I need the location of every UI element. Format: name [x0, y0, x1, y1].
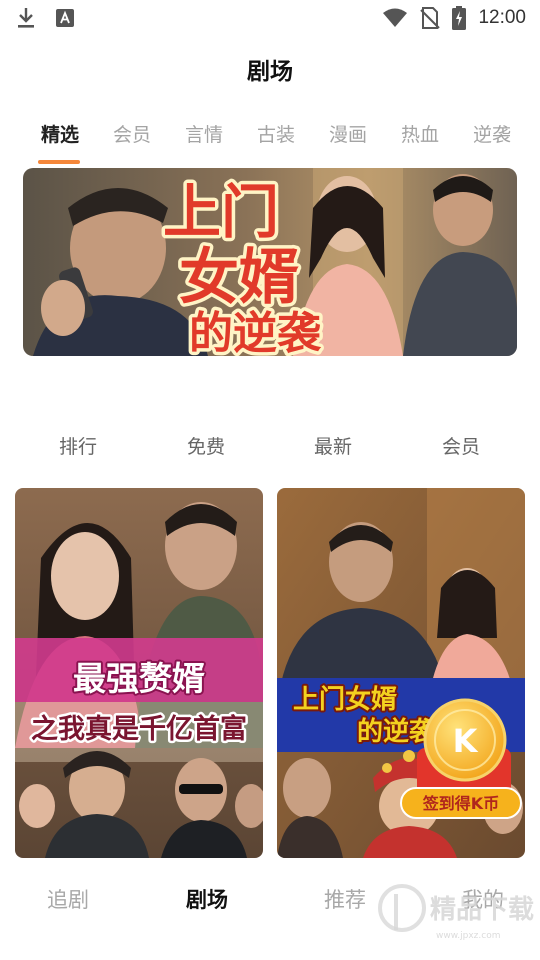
watermark-text: 精品下载	[430, 895, 534, 925]
watermark-url: www.jpxz.com	[436, 931, 500, 941]
category-zuixin[interactable]: 最新	[314, 432, 352, 459]
download-icon	[18, 8, 34, 28]
tab-jingxuan[interactable]: 精选	[24, 120, 96, 168]
no-sim-icon	[420, 7, 441, 29]
nav-zhuiju[interactable]: 追剧	[47, 884, 89, 914]
card-1-title-line2: 之我真是千亿首富	[31, 713, 247, 745]
tab-nixi[interactable]: 逆袭	[456, 120, 528, 168]
banner-title-line1: 上门	[163, 178, 279, 246]
tab-manhua[interactable]: 漫画	[312, 120, 384, 168]
drama-poster: 最强赘婿 之我真是千亿首富	[15, 488, 263, 858]
banner-title-line2: 女婿	[179, 243, 299, 313]
nav-tuijian[interactable]: 推荐	[324, 884, 366, 914]
k-coin-letter: K	[453, 722, 479, 760]
featured-banner[interactable]: 上门 女婿 的逆袭	[23, 168, 517, 356]
page-title: 剧场	[247, 59, 293, 85]
banner-image: 上门 女婿 的逆袭	[23, 168, 517, 356]
category-mianfei[interactable]: 免费	[187, 432, 225, 459]
drama-card[interactable]: 上门女婿 的逆袭 K 签到得K币	[277, 488, 525, 858]
category-tabs: 精选 会员 言情 古装 漫画 热血 逆袭	[0, 120, 540, 168]
category-huiyuan[interactable]: 会员	[442, 432, 480, 459]
checkin-reward-label: 签到得K币	[422, 794, 499, 813]
tab-huiyuan[interactable]: 会员	[96, 120, 168, 168]
drama-poster: 上门女婿 的逆袭 K 签到得K币	[277, 488, 525, 858]
tab-guzhuang[interactable]: 古装	[240, 120, 312, 168]
battery-charging-icon	[452, 6, 467, 30]
status-time: 12:00	[478, 7, 526, 28]
accessibility-icon	[56, 9, 74, 27]
status-bar: 12:00	[0, 0, 540, 36]
category-paihang[interactable]: 排行	[59, 432, 97, 459]
nav-juchang[interactable]: 剧场	[186, 884, 228, 914]
drama-card[interactable]: 最强赘婿 之我真是千亿首富	[15, 488, 263, 858]
tab-yanqing[interactable]: 言情	[168, 120, 240, 168]
card-1-title-line1: 最强赘婿	[73, 659, 205, 698]
banner-title-line3: 的逆袭	[189, 308, 322, 356]
card-2-title-line1: 上门女婿	[293, 684, 397, 715]
wifi-icon	[383, 8, 408, 27]
site-watermark: 精品下载 www.jpxz.com	[376, 872, 536, 952]
tab-rexue[interactable]: 热血	[384, 120, 456, 168]
